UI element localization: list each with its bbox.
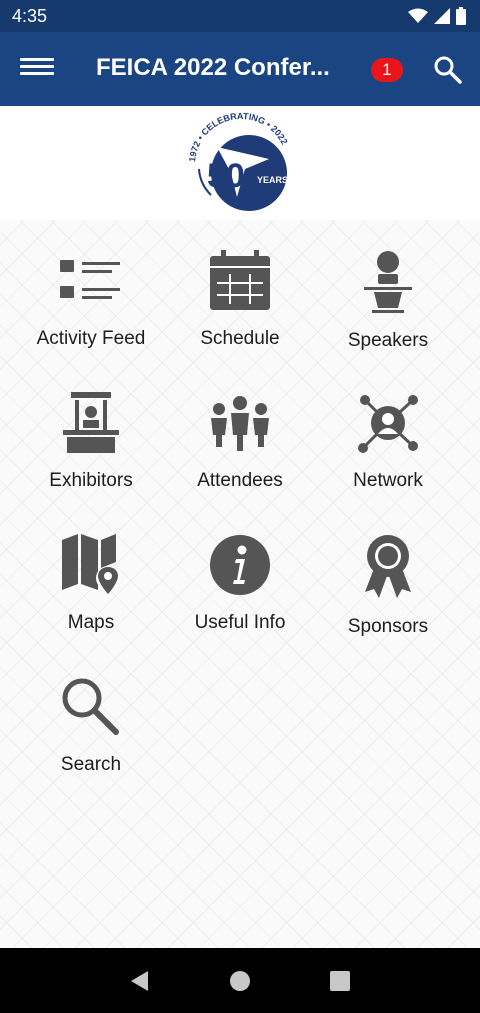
logo-area: 1972 • CELEBRATING • 2022 50 YEARS [0, 106, 480, 220]
tile-attendees[interactable]: Attendees [160, 362, 320, 492]
home-button[interactable] [220, 961, 260, 1001]
status-time: 4:35 [12, 5, 48, 26]
award-ribbon-icon [353, 534, 423, 600]
info-icon [205, 534, 275, 596]
system-nav-bar [0, 948, 480, 1013]
hamburger-icon-line [20, 72, 54, 75]
tile-label: Network [353, 470, 423, 491]
svg-text:YEARS: YEARS [257, 175, 288, 185]
battery-icon [456, 7, 466, 25]
back-button[interactable] [120, 961, 160, 1001]
activity-feed-icon [56, 250, 126, 312]
wifi-icon [408, 8, 428, 23]
tile-useful-info[interactable]: Useful Info [160, 504, 320, 634]
network-icon [353, 392, 423, 454]
tile-label: Search [60, 754, 122, 775]
tile-sponsors[interactable]: Sponsors [308, 504, 468, 637]
hamburger-icon-line [20, 58, 54, 61]
tile-label: Activity Feed [36, 328, 146, 349]
tile-label: Exhibitors [49, 470, 133, 491]
app-bar: FEICA 2022 Confer... 1 [0, 32, 480, 106]
tile-label: Speakers [347, 330, 429, 351]
tile-activity-feed[interactable]: Activity Feed [11, 220, 171, 350]
calendar-icon [205, 250, 275, 312]
tile-maps[interactable]: Maps [11, 504, 171, 634]
speaker-podium-icon [353, 250, 423, 314]
status-bar: 4:35 [0, 0, 480, 32]
tile-exhibitors[interactable]: Exhibitors [11, 362, 171, 492]
tile-network[interactable]: Network [308, 362, 468, 492]
status-icons [408, 7, 466, 25]
svg-text:50: 50 [207, 157, 245, 195]
exhibitor-booth-icon [56, 392, 126, 454]
tile-search[interactable]: Search [11, 646, 171, 776]
search-icon [434, 56, 462, 84]
recents-square-icon [330, 970, 350, 991]
home-circle-icon [230, 970, 250, 991]
hamburger-icon-line [20, 65, 54, 68]
tile-label: Attendees [197, 470, 283, 491]
tile-label: Useful Info [194, 612, 286, 633]
recents-button[interactable] [320, 961, 360, 1001]
feica-50-years-logo: 1972 • CELEBRATING • 2022 50 YEARS [187, 111, 290, 211]
search-icon [56, 676, 126, 738]
cell-signal-icon [434, 8, 450, 24]
back-triangle-icon [131, 970, 148, 991]
tile-label: Maps [67, 612, 115, 633]
tile-label: Schedule [200, 328, 280, 349]
search-button[interactable] [432, 54, 464, 86]
tile-label: Sponsors [347, 616, 429, 637]
menu-button[interactable] [20, 54, 54, 84]
app-title: FEICA 2022 Confer... [96, 54, 330, 81]
tile-schedule[interactable]: Schedule [160, 220, 320, 350]
feature-grid: Activity Feed Schedule Speakers Exhibito… [0, 220, 480, 948]
notification-badge[interactable]: 1 [371, 58, 403, 82]
tile-speakers[interactable]: Speakers [308, 220, 468, 351]
map-pin-icon [56, 534, 126, 596]
people-group-icon [205, 392, 275, 454]
